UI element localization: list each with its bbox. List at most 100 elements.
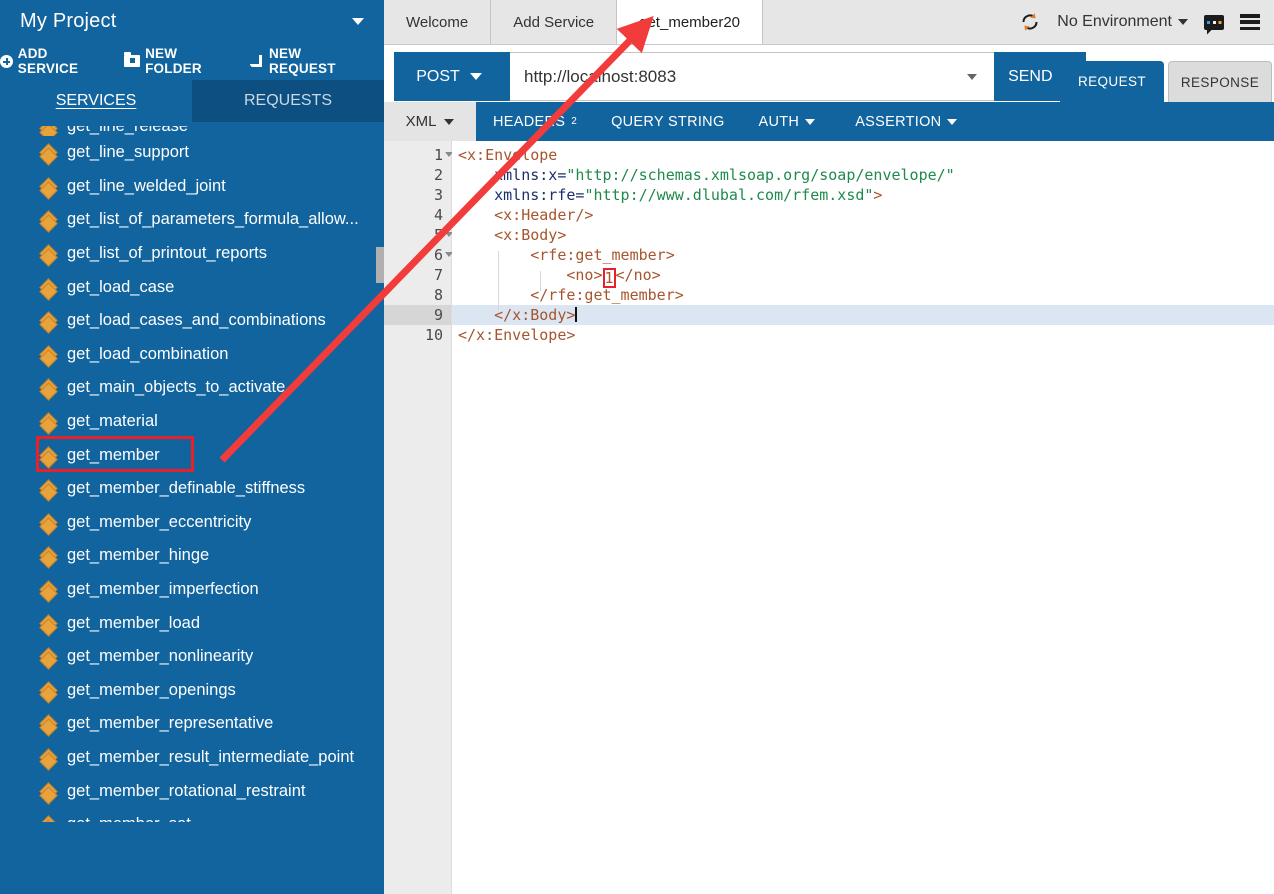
code-line[interactable]: <x:Body> xyxy=(452,225,1274,245)
subtab-assertion[interactable]: ASSERTION xyxy=(838,102,980,141)
list-item-label: get_line_welded_joint xyxy=(67,176,226,195)
chat-icon[interactable] xyxy=(1204,14,1224,30)
url-history-dropdown[interactable] xyxy=(950,52,994,101)
list-item[interactable]: get_member_representative xyxy=(0,707,384,741)
chevron-down-icon xyxy=(1178,19,1188,25)
list-item[interactable]: get_material xyxy=(0,405,384,439)
list-item[interactable]: get_member_openings xyxy=(0,674,384,708)
list-item[interactable]: get_member_hinge xyxy=(0,539,384,573)
project-title: My Project xyxy=(20,9,117,32)
tab-add-service-label: Add Service xyxy=(513,13,595,31)
list-item-label: get_main_objects_to_activate xyxy=(67,378,286,397)
list-item-label: get_member_load xyxy=(67,613,200,632)
code-line[interactable]: <rfe:get_member> xyxy=(452,245,1274,265)
line-number: 10 xyxy=(424,326,443,344)
service-icon xyxy=(42,515,57,530)
subtab-query-string-label: QUERY STRING xyxy=(611,113,725,130)
tab-response[interactable]: RESPONSE xyxy=(1168,61,1272,102)
line-number: 9 xyxy=(384,305,451,325)
service-list[interactable]: get_line_release get_line_support get_line… xyxy=(0,122,384,822)
code-token: <x:Envelope xyxy=(458,146,558,164)
list-item[interactable]: get_load_cases_and_combinations xyxy=(0,304,384,338)
service-icon xyxy=(42,582,57,597)
code-line[interactable]: <no> 1 </no> xyxy=(452,265,1274,288)
list-item[interactable]: get_member_set xyxy=(0,808,384,822)
code-line[interactable]: </x:Body> xyxy=(452,305,1274,325)
code-token: xmlns:rfe= xyxy=(458,186,585,204)
service-icon xyxy=(42,145,57,160)
chevron-down-icon[interactable] xyxy=(352,17,364,25)
top-tab-bar: Welcome Add Service get_member20 No Envi… xyxy=(384,0,1274,45)
subtab-auth[interactable]: AUTH xyxy=(742,102,839,141)
hamburger-menu-icon[interactable] xyxy=(1240,14,1260,30)
list-item[interactable]: get_member_rotational_restraint xyxy=(0,774,384,808)
tab-response-label: RESPONSE xyxy=(1180,74,1260,90)
service-icon xyxy=(42,313,57,328)
code-line[interactable]: xmlns:x="http://schemas.xmlsoap.org/soap… xyxy=(452,165,1274,185)
sidebar-scrollbar[interactable] xyxy=(376,122,384,822)
list-item[interactable]: get_member_result_intermediate_point xyxy=(0,741,384,775)
list-item[interactable]: get_list_of_printout_reports xyxy=(0,237,384,271)
line-number: 2 xyxy=(433,166,443,184)
project-actions: ADD SERVICE NEW FOLDER NEW REQUEST xyxy=(0,42,384,80)
list-item[interactable]: get_main_objects_to_activate xyxy=(0,371,384,405)
line-number: 8 xyxy=(433,286,443,304)
main-pane: Welcome Add Service get_member20 No Envi… xyxy=(384,0,1274,894)
list-item[interactable]: get_line_support xyxy=(0,136,384,170)
list-item[interactable]: get_member_eccentricity xyxy=(0,506,384,540)
list-item-label: get_member_openings xyxy=(67,680,236,699)
subtab-query-string[interactable]: QUERY STRING xyxy=(594,102,741,141)
list-item-label: get_member_representative xyxy=(67,714,274,733)
tab-welcome[interactable]: Welcome xyxy=(384,0,492,44)
list-item-label: get_list_of_parameters_formula_allow... xyxy=(67,210,359,229)
tab-get-member20-label: get_member20 xyxy=(639,13,741,31)
list-item[interactable]: get_member xyxy=(0,438,384,472)
add-service-button[interactable]: ADD SERVICE xyxy=(0,46,110,76)
body-type-select[interactable]: XML xyxy=(384,102,476,141)
new-folder-label: NEW FOLDER xyxy=(145,46,202,76)
tab-get-member20[interactable]: get_member20 xyxy=(617,0,764,44)
code-token: </no> xyxy=(615,266,661,284)
service-icon xyxy=(42,246,57,261)
list-item[interactable]: get_list_of_parameters_formula_allow... xyxy=(0,203,384,237)
code-line[interactable]: </rfe:get_member> xyxy=(452,285,1274,305)
list-item[interactable]: get_member_definable_stiffness xyxy=(0,472,384,506)
tab-add-service[interactable]: Add Service xyxy=(491,0,618,44)
code-line[interactable]: <x:Header/> xyxy=(452,205,1274,225)
sidebar-tab-requests-label: REQUESTS xyxy=(243,92,332,109)
editor-code-area[interactable]: <x:Envelope xmlns:x="http://schemas.xmls… xyxy=(452,141,1274,894)
sidebar-scrollbar-thumb[interactable] xyxy=(376,247,384,283)
indent-guide xyxy=(498,251,499,311)
http-method-select[interactable]: POST xyxy=(394,52,510,101)
code-line[interactable]: xmlns:rfe="http://www.dlubal.com/rfem.xs… xyxy=(452,185,1274,205)
chevron-down-icon xyxy=(805,118,816,125)
sync-icon[interactable] xyxy=(1019,11,1041,33)
new-folder-button[interactable]: NEW FOLDER xyxy=(124,46,236,76)
new-request-button[interactable]: NEW REQUEST xyxy=(250,46,370,76)
list-item[interactable]: get_member_nonlinearity xyxy=(0,640,384,674)
list-item-label: get_member_result_intermediate_point xyxy=(67,747,355,766)
code-line[interactable]: <x:Envelope xyxy=(452,145,1274,165)
code-token: <rfe:get_member> xyxy=(458,246,675,264)
sidebar-tab-requests[interactable]: REQUESTS xyxy=(192,80,384,122)
environment-selector[interactable]: No Environment xyxy=(1057,13,1188,31)
url-input[interactable]: http://localhost:8083 xyxy=(510,52,950,101)
list-item[interactable]: get_member_load xyxy=(0,606,384,640)
list-item[interactable]: get_line_release xyxy=(0,126,384,136)
request-subtab-bar: XML HEADERS 2 QUERY STRING AUTH ASSERTIO… xyxy=(384,102,1274,141)
list-item[interactable]: get_member_imperfection xyxy=(0,573,384,607)
subtab-headers[interactable]: HEADERS 2 xyxy=(476,102,594,141)
xml-editor[interactable]: 1 2 3 4 5 6 7 8 9 10 <x:Envelope xmlns:x="http://… xyxy=(384,141,1274,894)
tab-request[interactable]: REQUEST xyxy=(1060,61,1164,102)
folder-plus-icon xyxy=(124,52,141,67)
tab-request-label: REQUEST xyxy=(1077,74,1147,89)
list-item[interactable]: get_line_welded_joint xyxy=(0,170,384,204)
topbar-right-actions: No Environment xyxy=(1019,0,1274,44)
code-token: > xyxy=(873,186,883,204)
sidebar-tab-services[interactable]: SERVICES xyxy=(0,80,192,122)
code-line[interactable]: </x:Envelope> xyxy=(452,325,1274,345)
service-icon xyxy=(42,179,57,194)
list-item[interactable]: get_load_case xyxy=(0,270,384,304)
code-token: <no> xyxy=(458,266,603,284)
list-item[interactable]: get_load_combination xyxy=(0,338,384,372)
